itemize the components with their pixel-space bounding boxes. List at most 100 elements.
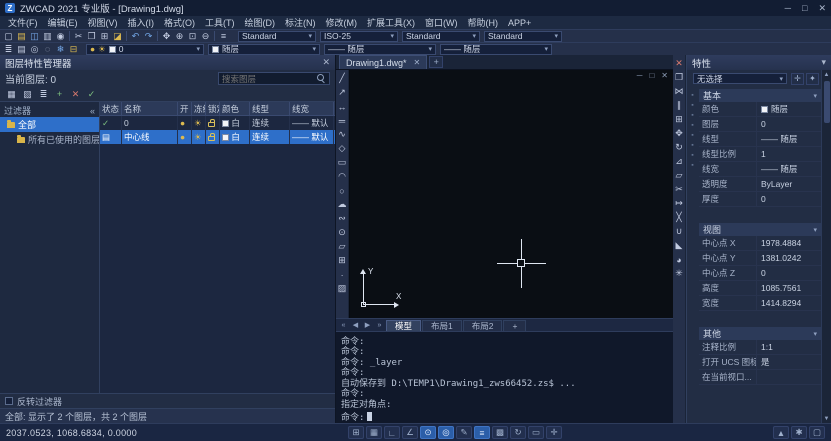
document-tab[interactable]: Drawing1.dwg* ✕ (339, 55, 427, 69)
ortho-toggle[interactable]: ∟ (384, 426, 400, 439)
insert-block-icon[interactable]: ▱ (336, 240, 349, 253)
table-style-select[interactable]: Standard ▾ (402, 31, 480, 42)
grid-toggle[interactable]: ▦ (366, 426, 382, 439)
clean-screen-icon[interactable]: ▢ (809, 426, 825, 439)
text-style-select[interactable]: Standard ▾ (238, 31, 316, 42)
quick-select-button[interactable]: ✦ (806, 73, 819, 85)
polar-toggle[interactable]: ∠ (402, 426, 418, 439)
dim-style-select[interactable]: ISO-25 ▾ (320, 31, 398, 42)
palette-tab-icon[interactable]: ▪ (691, 92, 693, 99)
property-value[interactable]: 是 (757, 356, 821, 368)
plot-icon[interactable]: ▥ (41, 30, 54, 42)
property-row-color[interactable]: 颜色 随层 (699, 102, 821, 117)
array-icon[interactable]: ⊞ (673, 113, 686, 126)
move-icon[interactable]: ✥ (673, 127, 686, 140)
lpm-close-button[interactable]: ✕ (322, 57, 330, 68)
tab-layout2[interactable]: 布局2 (463, 320, 503, 331)
scale-icon[interactable]: ⊿ (673, 155, 686, 168)
layer-off-icon[interactable]: ◌ (41, 43, 54, 55)
layer-linetype-cell[interactable]: 连续 (250, 130, 290, 144)
close-button[interactable]: ✕ (818, 3, 826, 14)
cut-icon[interactable]: ✂ (72, 30, 85, 42)
property-value[interactable]: 0 (757, 119, 821, 129)
open-icon[interactable]: ▤ (15, 30, 28, 42)
multiline-icon[interactable]: ═ (336, 114, 349, 127)
column-freeze[interactable]: 冻结 (192, 102, 206, 115)
filter-tree-item-all[interactable]: 全部 (0, 117, 99, 132)
annotation-scale-icon[interactable]: ▲ (773, 426, 789, 439)
property-row-layer[interactable]: 图层 0 (699, 117, 821, 132)
zoom-icon[interactable]: ⊕ (173, 30, 186, 42)
menu-dimension[interactable]: 标注(N) (280, 16, 321, 29)
property-row-thickness[interactable]: 厚度 0 (699, 192, 821, 207)
scrollbar-thumb[interactable] (824, 81, 830, 123)
hatch-icon[interactable]: ▨ (336, 282, 349, 295)
property-value[interactable]: 1085.7561 (757, 283, 821, 293)
break-icon[interactable]: ╳ (673, 211, 686, 224)
layer-row-centerline[interactable]: ▤ 中心线 ● ☀ 白 连续 —— 默认 (100, 130, 335, 144)
layer-lock-icon[interactable]: ⊟ (67, 43, 80, 55)
section-view[interactable]: 视图 ▾ (699, 223, 821, 236)
column-color[interactable]: 颜色 (220, 102, 250, 115)
copy-object-icon[interactable]: ❐ (673, 71, 686, 84)
layer-row-0[interactable]: ✓ 0 ● ☀ 白 连续 —— 默认 (100, 116, 335, 130)
mirror-icon[interactable]: ⋈ (673, 85, 686, 98)
layer-freeze-icon[interactable]: ☀ (192, 116, 206, 130)
ellipse-icon[interactable]: ⊙ (336, 226, 349, 239)
child-minimize-button[interactable]: ─ (637, 71, 643, 80)
column-lock[interactable]: 锁定 (206, 102, 220, 115)
palette-tab-icon[interactable]: ▪ (691, 122, 693, 129)
menu-draw[interactable]: 绘图(D) (240, 16, 281, 29)
palette-tab-icon[interactable]: ▪ (691, 162, 693, 169)
property-value[interactable]: —— 随层 (757, 163, 821, 175)
new-file-icon[interactable]: ▢ (2, 30, 15, 42)
osnap-toggle[interactable]: ⊙ (420, 426, 436, 439)
color-control-select[interactable]: 随层 ▾ (208, 44, 320, 55)
selection-cycling-toggle[interactable]: ↻ (510, 426, 526, 439)
section-misc[interactable]: 其他 ▾ (699, 327, 821, 340)
preview-icon[interactable]: ◉ (54, 30, 67, 42)
circle-icon[interactable]: ○ (336, 184, 349, 197)
menu-edit[interactable]: 编辑(E) (43, 16, 83, 29)
layer-lock-icon[interactable] (206, 130, 220, 144)
property-value[interactable]: 随层 (757, 103, 821, 115)
crosshair-size-toggle[interactable]: ✛ (546, 426, 562, 439)
snap-toggle[interactable]: ⊞ (348, 426, 364, 439)
menu-view[interactable]: 视图(V) (83, 16, 123, 29)
fillet-icon[interactable]: ◕ (673, 253, 686, 266)
rectangle-icon[interactable]: ▭ (336, 156, 349, 169)
first-layout-arrow[interactable]: « (338, 322, 349, 329)
zoom-previous-icon[interactable]: ⊖ (199, 30, 212, 42)
child-restore-button[interactable]: □ (649, 71, 654, 80)
stretch-icon[interactable]: ▱ (673, 169, 686, 182)
property-row-center-y[interactable]: 中心点 Y 1381.0242 (699, 251, 821, 266)
point-icon[interactable]: ∙ (336, 268, 349, 281)
layer-lock-icon[interactable] (206, 116, 220, 130)
layer-isolate-icon[interactable]: ◎ (28, 43, 41, 55)
property-row-center-x[interactable]: 中心点 X 1978.4884 (699, 236, 821, 251)
redo-icon[interactable]: ↷ (142, 30, 155, 42)
property-value[interactable]: 1414.8294 (757, 298, 821, 308)
zoom-window-icon[interactable]: ⊡ (186, 30, 199, 42)
make-block-icon[interactable]: ⊞ (336, 254, 349, 267)
menu-window[interactable]: 窗口(W) (420, 16, 463, 29)
new-group-filter-icon[interactable]: ▧ (21, 88, 34, 100)
linetype-control-select[interactable]: —— 随层 ▾ (324, 44, 436, 55)
palette-tab-icon[interactable]: ▪ (691, 142, 693, 149)
properties-icon[interactable]: ≡ (217, 30, 230, 42)
child-close-button[interactable]: ✕ (661, 71, 668, 80)
minimize-button[interactable]: ─ (785, 3, 791, 14)
chamfer-icon[interactable]: ◣ (673, 239, 686, 252)
explode-icon[interactable]: ✳ (673, 267, 686, 280)
lineweight-toggle[interactable]: ≡ (474, 426, 490, 439)
selection-select[interactable]: 无选择 ▾ (693, 73, 787, 84)
trim-icon[interactable]: ✂ (673, 183, 686, 196)
column-linetype[interactable]: 线型 (250, 102, 290, 115)
property-value[interactable]: 1 (757, 149, 821, 159)
dynamic-input-toggle[interactable]: ✎ (456, 426, 472, 439)
column-status[interactable]: 状态 (100, 102, 122, 115)
construction-line-icon[interactable]: ↔ (336, 100, 349, 113)
last-layout-arrow[interactable]: » (374, 322, 385, 329)
property-row-ucs-icon-on[interactable]: 打开 UCS 图标 是 (699, 355, 821, 370)
layer-color-cell[interactable]: 白 (220, 130, 250, 144)
